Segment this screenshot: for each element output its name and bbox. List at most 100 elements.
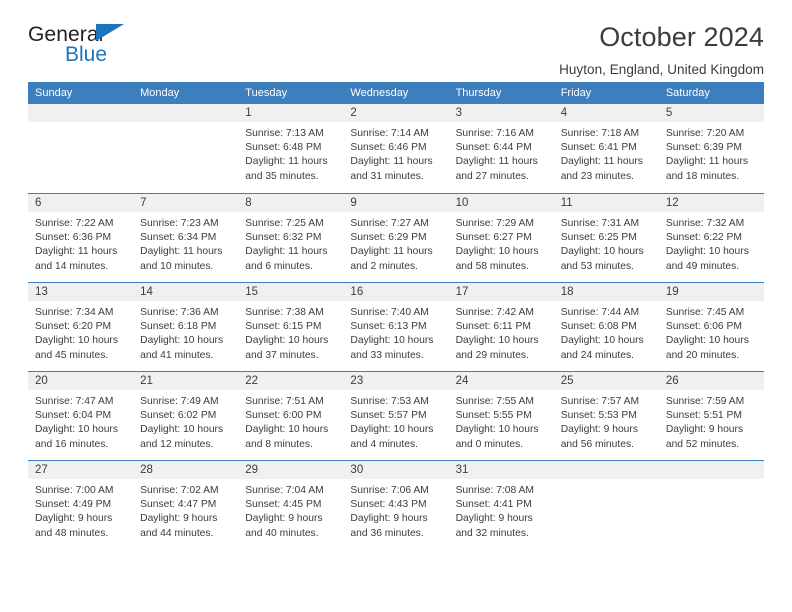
sunset-text: Sunset: 4:43 PM <box>350 499 427 511</box>
sunset-text: Sunset: 6:11 PM <box>455 321 531 333</box>
logo-text-general: General <box>28 23 104 46</box>
daylight-text-line2: and 0 minutes. <box>455 438 524 450</box>
sunset-text: Sunset: 6:04 PM <box>35 410 112 422</box>
weekday-header-thursday: Thursday <box>455 87 502 99</box>
daylight-text-line1: Daylight: 11 hours <box>560 156 643 168</box>
logo-triangle-icon <box>96 24 124 41</box>
weekday-header-saturday: Saturday <box>665 87 710 99</box>
day-details: Sunrise: 7:34 AM Sunset: 6:20 PM Daylight:… <box>28 301 133 363</box>
daylight-text-line1: Daylight: 11 hours <box>245 246 328 258</box>
daylight-text-line1: Daylight: 11 hours <box>665 156 749 168</box>
day-cell[interactable]: 6 Sunrise: 7:22 AM Sunset: 6:36 PM Daylight… <box>28 194 134 282</box>
calendar-week-row: 1 Sunrise: 7:13 AM Sunset: 6:48 PM Daylight… <box>28 104 764 193</box>
daylight-text-line2: and 31 minutes. <box>350 170 424 182</box>
daylight-text-line2: and 32 minutes. <box>455 527 529 539</box>
calendar-week-row: 20 Sunrise: 7:47 AM Sunset: 6:04 PM Dayligh… <box>28 371 764 460</box>
day-cell[interactable]: 8 Sunrise: 7:25 AM Sunset: 6:32 PM Daylight… <box>238 194 344 282</box>
general-blue-logo[interactable]: General Blue <box>28 22 148 74</box>
day-cell[interactable]: 16 Sunrise: 7:40 AM Sunset: 6:13 PM Dayligh… <box>343 283 449 371</box>
day-cell[interactable]: 10 Sunrise: 7:29 AM Sunset: 6:27 PM Dayligh… <box>448 194 554 282</box>
day-cell[interactable]: 28 Sunrise: 7:02 AM Sunset: 4:47 PM Dayligh… <box>133 461 239 549</box>
daylight-text-line2: and 56 minutes. <box>560 438 634 450</box>
day-cell[interactable]: 18 Sunrise: 7:44 AM Sunset: 6:08 PM Dayligh… <box>553 283 659 371</box>
day-cell[interactable]: 23 Sunrise: 7:53 AM Sunset: 5:57 PM Dayligh… <box>343 372 449 460</box>
daylight-text-line2: and 33 minutes. <box>350 349 424 361</box>
day-cell[interactable]: 21 Sunrise: 7:49 AM Sunset: 6:02 PM Dayligh… <box>133 372 239 460</box>
sunset-text: Sunset: 6:36 PM <box>35 232 112 244</box>
sunrise-text: Sunrise: 7:47 AM <box>35 396 114 407</box>
day-cell[interactable]: 9 Sunrise: 7:27 AM Sunset: 6:29 PM Daylight… <box>343 194 449 282</box>
day-cell[interactable]: 29 Sunrise: 7:04 AM Sunset: 4:45 PM Dayligh… <box>238 461 344 549</box>
sunrise-text: Sunrise: 7:53 AM <box>350 396 429 407</box>
daylight-text-line2: and 53 minutes. <box>560 260 634 272</box>
sunrise-text: Sunrise: 7:49 AM <box>140 396 219 407</box>
day-cell[interactable]: 5 Sunrise: 7:20 AM Sunset: 6:39 PM Daylight… <box>658 104 764 193</box>
sunset-text: Sunset: 6:20 PM <box>35 321 112 333</box>
sunrise-text: Sunrise: 7:16 AM <box>455 128 534 139</box>
daylight-text-line1: Daylight: 10 hours <box>35 424 118 436</box>
sunset-text: Sunset: 4:47 PM <box>140 499 217 511</box>
day-number: 28 <box>133 461 239 479</box>
day-cell[interactable]: 30 Sunrise: 7:06 AM Sunset: 4:43 PM Dayligh… <box>343 461 449 549</box>
sunrise-text: Sunrise: 7:38 AM <box>245 307 324 318</box>
daylight-text-line2: and 10 minutes. <box>140 260 214 272</box>
day-cell[interactable]: 20 Sunrise: 7:47 AM Sunset: 6:04 PM Dayligh… <box>28 372 134 460</box>
day-cell[interactable]: 13 Sunrise: 7:34 AM Sunset: 6:20 PM Dayligh… <box>28 283 134 371</box>
daylight-text-line1: Daylight: 10 hours <box>140 424 224 436</box>
day-cell[interactable]: 7 Sunrise: 7:23 AM Sunset: 6:34 PM Daylight… <box>133 194 239 282</box>
day-cell[interactable]: 12 Sunrise: 7:32 AM Sunset: 6:22 PM Dayligh… <box>658 194 764 282</box>
day-number: 26 <box>658 372 764 390</box>
day-number: 2 <box>343 104 449 122</box>
day-cell[interactable]: 11 Sunrise: 7:31 AM Sunset: 6:25 PM Dayligh… <box>553 194 659 282</box>
sunset-text: Sunset: 6:15 PM <box>245 321 322 333</box>
sunrise-text: Sunrise: 7:42 AM <box>455 307 534 318</box>
sunrise-text: Sunrise: 7:02 AM <box>140 485 219 496</box>
sunset-text: Sunset: 4:49 PM <box>35 499 112 511</box>
daylight-text-line2: and 20 minutes. <box>665 349 740 361</box>
logo-text-blue: Blue <box>65 43 108 66</box>
sunrise-text: Sunrise: 7:31 AM <box>560 218 640 229</box>
day-details: Sunrise: 7:29 AM Sunset: 6:27 PM Daylight:… <box>449 212 554 274</box>
day-number: 12 <box>658 194 764 212</box>
day-cell[interactable]: 31 Sunrise: 7:08 AM Sunset: 4:41 PM Dayligh… <box>448 461 554 549</box>
day-cell[interactable]: 25 Sunrise: 7:57 AM Sunset: 5:53 PM Dayligh… <box>553 372 659 460</box>
day-details: Sunrise: 7:42 AM Sunset: 6:11 PM Daylight:… <box>449 301 554 363</box>
sunrise-text: Sunrise: 7:25 AM <box>245 218 324 229</box>
day-details: Sunrise: 7:25 AM Sunset: 6:32 PM Daylight:… <box>238 212 343 274</box>
day-number <box>28 104 134 122</box>
sunrise-text: Sunrise: 7:40 AM <box>350 307 429 318</box>
sunset-text: Sunset: 6:44 PM <box>455 142 532 154</box>
day-cell[interactable]: 3 Sunrise: 7:16 AM Sunset: 6:44 PM Daylight… <box>448 104 554 193</box>
sunrise-text: Sunrise: 7:36 AM <box>140 307 219 318</box>
sunrise-text: Sunrise: 7:06 AM <box>350 485 429 496</box>
day-details: Sunrise: 7:31 AM Sunset: 6:25 PM Daylight:… <box>554 212 659 274</box>
sunrise-text: Sunrise: 7:55 AM <box>455 396 534 407</box>
day-cell[interactable]: 2 Sunrise: 7:14 AM Sunset: 6:46 PM Daylight… <box>343 104 449 193</box>
day-details: Sunrise: 7:27 AM Sunset: 6:29 PM Daylight:… <box>343 212 448 274</box>
weekday-header-row: Sunday Monday Tuesday Wednesday Thursday Frid… <box>28 82 764 104</box>
day-number: 19 <box>658 283 764 301</box>
day-details: Sunrise: 7:55 AM Sunset: 5:55 PM Daylight:… <box>449 390 554 452</box>
daylight-text-line1: Daylight: 9 hours <box>455 513 533 525</box>
daylight-text-line1: Daylight: 10 hours <box>245 335 329 347</box>
day-cell[interactable]: 22 Sunrise: 7:51 AM Sunset: 6:00 PM Dayligh… <box>238 372 344 460</box>
day-cell[interactable]: 26 Sunrise: 7:59 AM Sunset: 5:51 PM Dayligh… <box>658 372 764 460</box>
daylight-text-line1: Daylight: 10 hours <box>665 335 749 347</box>
sunset-text: Sunset: 6:39 PM <box>665 142 742 154</box>
day-cell[interactable]: 15 Sunrise: 7:38 AM Sunset: 6:15 PM Dayligh… <box>238 283 344 371</box>
day-cell[interactable]: 27 Sunrise: 7:00 AM Sunset: 4:49 PM Dayligh… <box>28 461 134 549</box>
daylight-text-line1: Daylight: 10 hours <box>560 335 644 347</box>
sunset-text: Sunset: 6:13 PM <box>350 321 427 333</box>
day-cell[interactable]: 1 Sunrise: 7:13 AM Sunset: 6:48 PM Daylight… <box>238 104 344 193</box>
sunrise-text: Sunrise: 7:59 AM <box>665 396 745 407</box>
day-details: Sunrise: 7:57 AM Sunset: 5:53 PM Daylight:… <box>554 390 659 452</box>
day-cell[interactable]: 19 Sunrise: 7:45 AM Sunset: 6:06 PM Dayligh… <box>658 283 764 371</box>
day-cell[interactable]: 4 Sunrise: 7:18 AM Sunset: 6:41 PM Daylight… <box>553 104 659 193</box>
sunset-text: Sunset: 6:29 PM <box>350 232 427 244</box>
day-details: Sunrise: 7:08 AM Sunset: 4:41 PM Daylight:… <box>449 479 554 541</box>
sunset-text: Sunset: 5:53 PM <box>560 410 637 422</box>
daylight-text-line1: Daylight: 10 hours <box>350 335 434 347</box>
day-cell[interactable]: 17 Sunrise: 7:42 AM Sunset: 6:11 PM Dayligh… <box>448 283 554 371</box>
day-cell[interactable]: 24 Sunrise: 7:55 AM Sunset: 5:55 PM Dayligh… <box>448 372 554 460</box>
day-cell[interactable]: 14 Sunrise: 7:36 AM Sunset: 6:18 PM Dayligh… <box>133 283 239 371</box>
